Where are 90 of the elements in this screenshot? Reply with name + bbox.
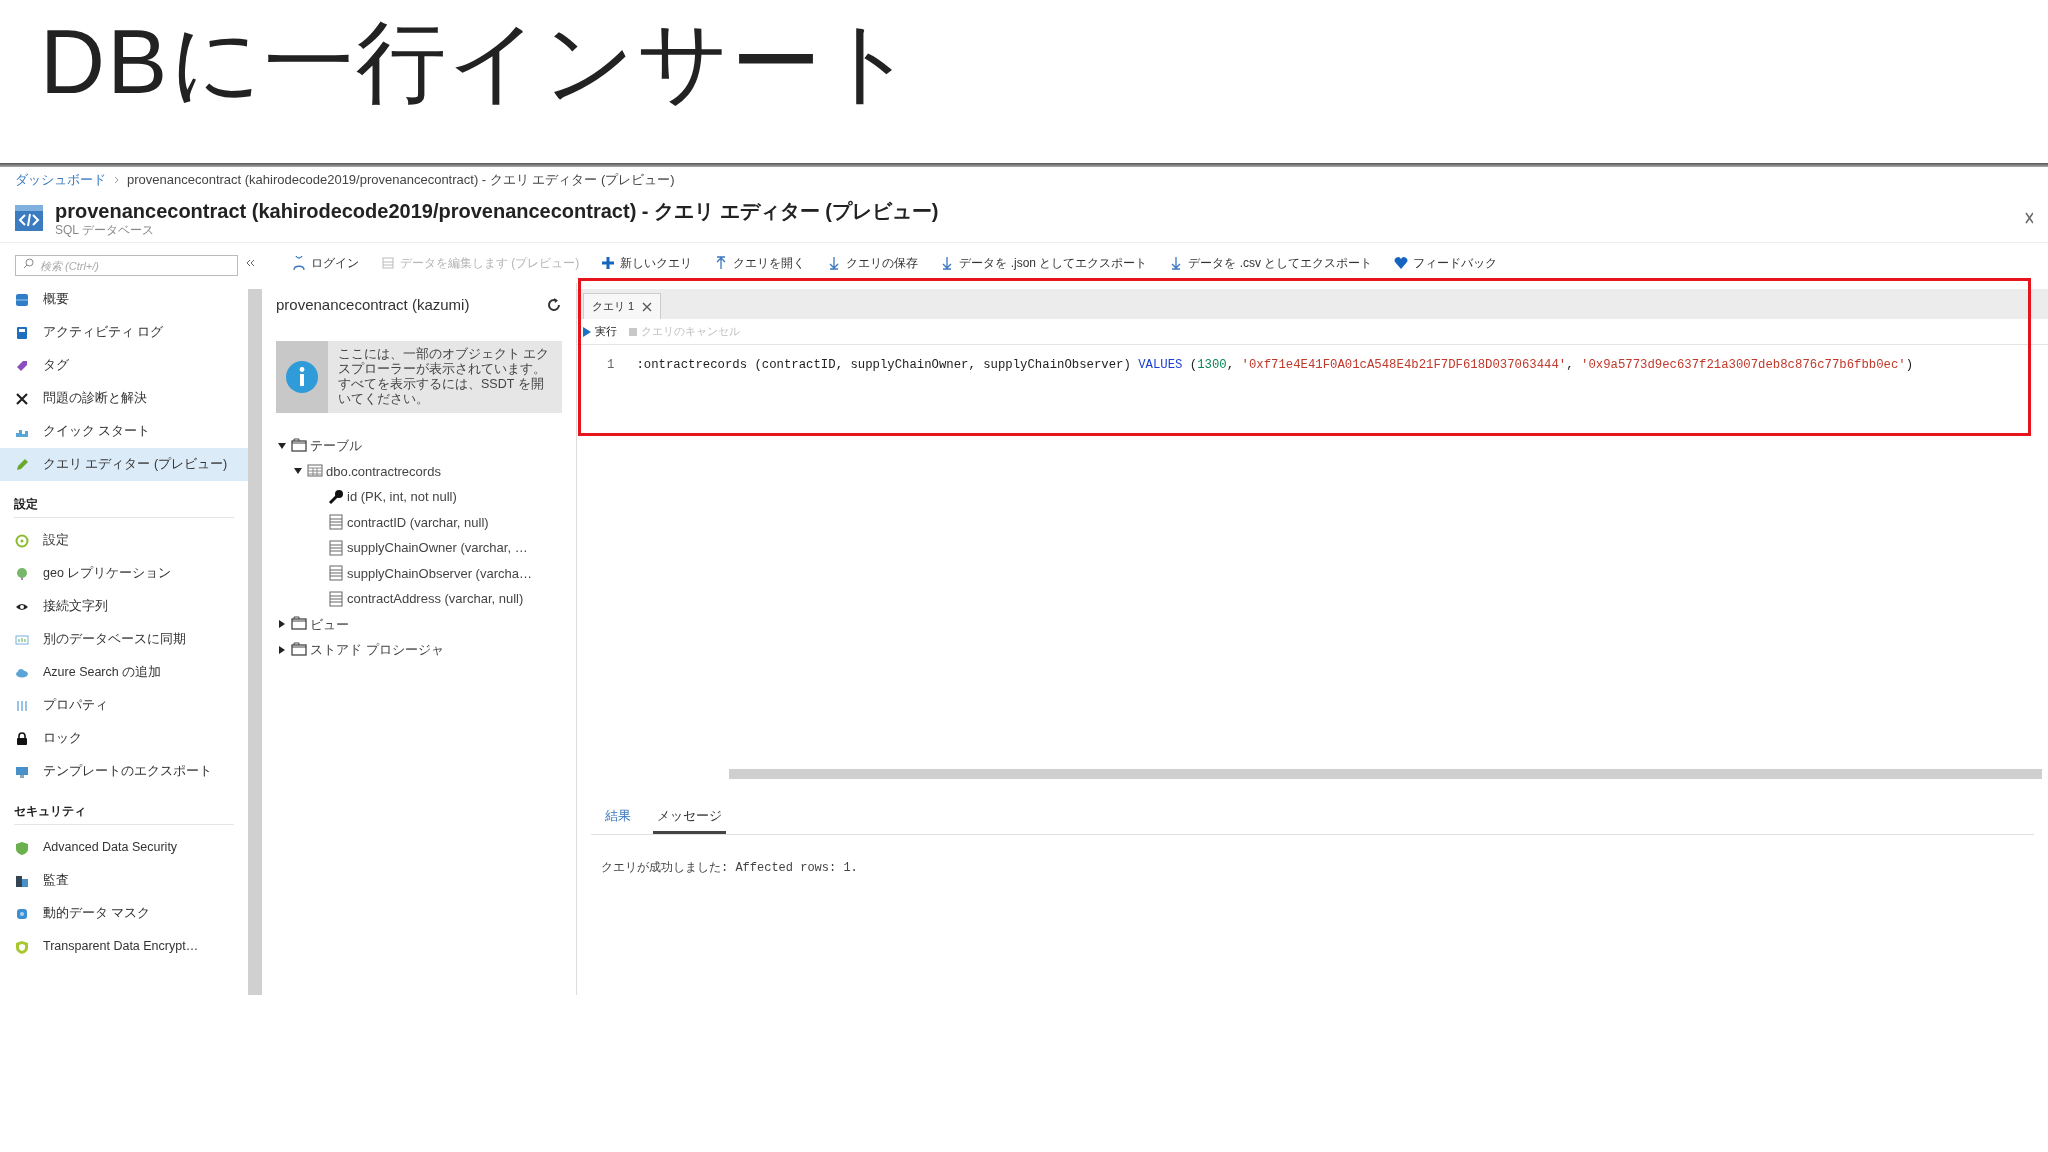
line-number: 1 [607, 356, 615, 374]
sidebar-item[interactable]: Azure Search の追加 [0, 656, 248, 689]
toolbar-button[interactable]: クエリの保存 [827, 254, 919, 272]
play-icon [583, 326, 591, 337]
collapse-icon[interactable] [246, 259, 255, 267]
tree-item[interactable]: dbo.contractrecords [326, 461, 441, 481]
toolbar-button[interactable]: 新しいクエリ [601, 254, 693, 272]
collapsed-arrow-icon[interactable] [278, 620, 286, 629]
toolbar-button[interactable]: クエリを開く [714, 254, 806, 272]
grid-icon [15, 292, 29, 307]
toolbar-button[interactable]: データを .json としてエクスポート [940, 254, 1148, 272]
column-icon [328, 590, 344, 607]
section-heading: 設定 [14, 495, 234, 518]
sidebar-item[interactable]: 接続文字列 [0, 590, 248, 623]
tree-item[interactable]: contractAddress (varchar, null) [347, 589, 524, 609]
horizontal-scrollbar[interactable] [729, 769, 2042, 779]
sidebar-item[interactable]: タグ [0, 349, 248, 382]
toolbar-button[interactable]: ログイン [292, 254, 359, 272]
column-icon [328, 514, 344, 531]
tree-item[interactable]: ビュー [310, 614, 349, 634]
tag-icon [15, 358, 29, 373]
expanded-arrow-icon[interactable] [294, 467, 302, 476]
close-icon[interactable] [2025, 211, 2033, 224]
sidebar-item[interactable]: Transparent Data Encrypt… [0, 930, 248, 963]
heart-icon [1394, 256, 1409, 270]
sidebar-item[interactable]: Advanced Data Security [0, 831, 248, 864]
folder-icon [291, 437, 307, 454]
info-message: ここには、一部のオブジェクト エクスプローラーが表示されています。すべてを表示するには、SSDT を開いてください。 [337, 346, 551, 408]
sidebar-item[interactable]: 問題の診断と解決 [0, 382, 248, 415]
tree-item[interactable]: ストアド プロシージャ [310, 640, 444, 660]
connection-label: provenancecontract (kazumi) [276, 294, 470, 315]
sync-icon [15, 632, 29, 647]
sidebar-item[interactable]: 動的データ マスク [0, 897, 248, 930]
shield-icon [15, 840, 29, 855]
table-icon [381, 256, 395, 270]
breadcrumb-link[interactable]: ダッシュボード [15, 170, 106, 190]
page-subtitle: SQL データベース [55, 222, 155, 237]
pencil-icon [15, 457, 29, 472]
expanded-arrow-icon[interactable] [278, 441, 286, 450]
result-tab[interactable]: メッセージ [653, 805, 726, 834]
monitor-icon [15, 764, 29, 779]
log-icon [15, 325, 29, 340]
slide-title: DBに一行インサート [40, 11, 918, 114]
refresh-icon[interactable] [546, 297, 562, 313]
tree-item[interactable]: テーブル [310, 436, 362, 456]
building-icon [15, 873, 29, 888]
folder-icon [291, 616, 307, 633]
table-icon [307, 463, 323, 480]
search-icon [23, 257, 34, 269]
lock-icon [15, 731, 29, 746]
sql-statement: :ontractrecords (contractID, supplyChainOwner, supplyChainObserver) VALUES (1300, '0xf71e4E41F0A01cA548E4b21F7DF618D037063444', '0x9a5773d9ec637f21a3007deb8c876c77b6fbb0ec') [636, 356, 1914, 374]
sidebar-item[interactable]: クエリ エディター (プレビュー) [0, 448, 248, 481]
plus-icon [601, 256, 616, 270]
key-icon [328, 488, 344, 505]
breadcrumb-text: provenancecontract (kahirodecode2019/provenancecontract) - クエリ エディター (プレビュー) [127, 171, 675, 190]
sidebar-item[interactable]: ロック [0, 722, 248, 755]
result-tab[interactable]: 結果 [601, 805, 635, 834]
close-icon[interactable] [642, 301, 653, 312]
sidebar-item[interactable]: 別のデータベースに同期 [0, 623, 248, 656]
stop-icon [629, 327, 637, 336]
folder-icon [291, 641, 307, 658]
scrollbar[interactable] [248, 289, 262, 995]
sidebar-item[interactable]: 設定 [0, 524, 248, 557]
result-message: クエリが成功しました: Affected rows: 1. [601, 860, 859, 877]
tree-item[interactable]: id (PK, int, not null) [347, 487, 457, 507]
column-icon [328, 565, 344, 582]
run-button[interactable]: 実行 [583, 323, 617, 340]
query-tab[interactable]: クエリ 1 [583, 293, 662, 319]
sidebar-item[interactable]: geo レプリケーション [0, 557, 248, 590]
sidebar-item[interactable]: テンプレートのエクスポート [0, 755, 248, 788]
collapsed-arrow-icon[interactable] [278, 645, 286, 654]
toolbar-button[interactable]: データを .csv としてエクスポート [1169, 254, 1373, 272]
toolbar-button[interactable]: フィードバック [1394, 254, 1498, 272]
info-icon [285, 360, 319, 394]
tree-item[interactable]: supplyChainObserver (varcha… [347, 563, 532, 583]
sidebar-item[interactable]: アクティビティ ログ [0, 316, 248, 349]
tree-item[interactable]: contractID (varchar, null) [347, 512, 489, 532]
column-icon [328, 539, 344, 556]
shield-icon [15, 939, 29, 954]
sidebar-item[interactable]: プロパティ [0, 689, 248, 722]
section-heading: セキュリティ [14, 802, 234, 825]
page-title: provenancecontract (kahirodecode2019/provenancecontract) - クエリ エディター (プレビュー) [55, 198, 939, 223]
chevron-icon [114, 176, 119, 184]
sidebar-item[interactable]: 監査 [0, 864, 248, 897]
tree-item[interactable]: supplyChainOwner (varchar, … [347, 538, 528, 558]
sidebar-item[interactable]: 概要 [0, 283, 248, 316]
bars-icon [15, 698, 29, 713]
code-icon [15, 204, 43, 231]
search-field[interactable]: 検索 (Ctrl+/) [15, 255, 238, 276]
sidebar-item[interactable]: クイック スタート [0, 415, 248, 448]
